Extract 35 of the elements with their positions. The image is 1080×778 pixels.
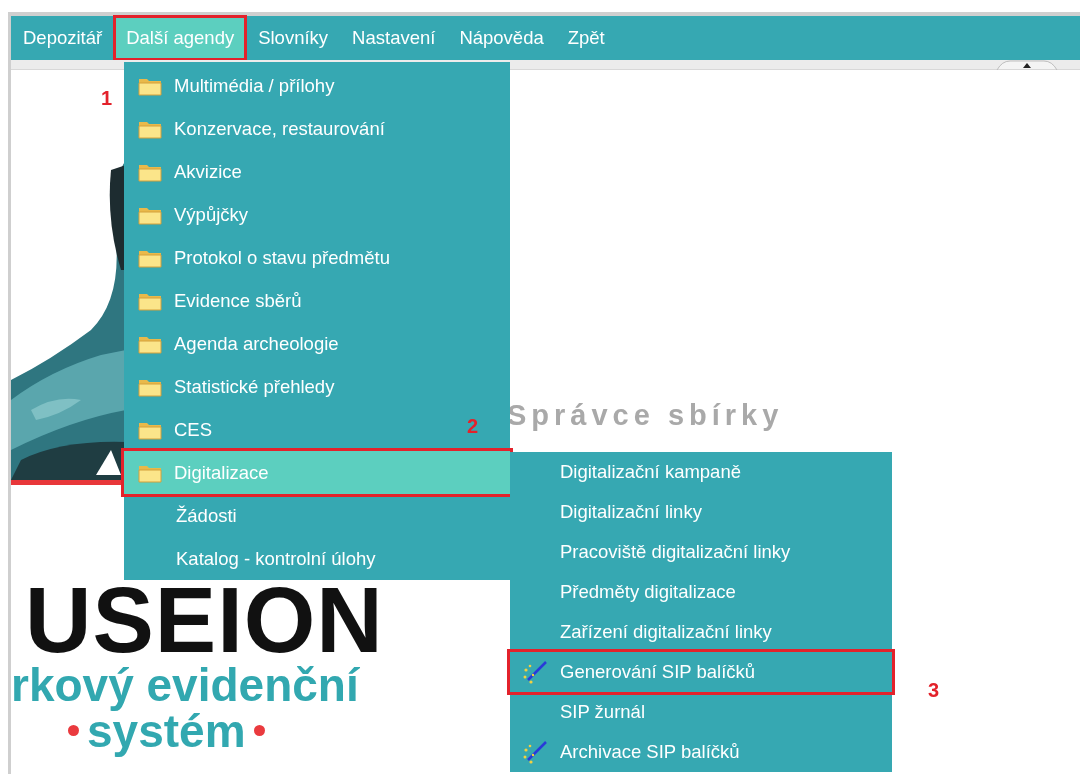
dropdown-item[interactable]: Konzervace, restaurování [124, 107, 510, 150]
logo-title: USEION [25, 579, 385, 662]
logo-dot [253, 725, 265, 737]
dropdown-item[interactable]: Žádosti [124, 494, 510, 537]
dropdown-item[interactable]: Agenda archeologie [124, 322, 510, 365]
collapse-handle[interactable] [996, 60, 1058, 70]
dropdown-item[interactable]: Protokol o stavu předmětu [124, 236, 510, 279]
dropdown-item[interactable]: Evidence sběrů [124, 279, 510, 322]
dropdown-item[interactable]: Multimédia / přílohy [124, 64, 510, 107]
menu-item[interactable]: Zpět [557, 18, 615, 58]
submenu-item[interactable]: Předměty digitalizace [510, 572, 892, 612]
submenu-item[interactable]: Archivace SIP balíčků [510, 732, 892, 772]
step-number: 3 [928, 680, 940, 700]
dropdown-item[interactable]: Katalog - kontrolní úlohy [124, 537, 510, 580]
submenu-item[interactable]: SIP žurnál [510, 692, 892, 732]
dropdown-item[interactable]: Výpůjčky [124, 193, 510, 236]
page-heading: Správce sbírky [507, 400, 784, 432]
magic-wand-icon [522, 740, 548, 764]
submenu-item[interactable]: Generování SIP balíčků [510, 652, 892, 692]
menu-item[interactable]: Nastavení [342, 18, 446, 58]
dropdown-item[interactable]: Statistické přehledy [124, 365, 510, 408]
logo-dot [68, 725, 79, 737]
submenu-item[interactable]: Zařízení digitalizační linky [510, 612, 892, 652]
menu-item[interactable]: Slovníky [248, 18, 339, 58]
menu-item[interactable]: Depozitář [13, 18, 113, 58]
submenu-item[interactable]: Digitalizační linky [510, 492, 892, 532]
dropdown-item[interactable]: Digitalizace [124, 451, 510, 494]
menu-item[interactable]: Další agendy [116, 18, 245, 58]
submenu-item[interactable]: Pracoviště digitalizační linky [510, 532, 892, 572]
magic-wand-icon [522, 660, 548, 684]
step-number: 2 [467, 416, 479, 436]
menu-item[interactable]: Nápověda [449, 18, 554, 58]
dropdown-item[interactable]: Akvizice [124, 150, 510, 193]
step-number: 1 [101, 88, 113, 108]
submenu-item[interactable]: Digitalizační kampaně [510, 452, 892, 492]
